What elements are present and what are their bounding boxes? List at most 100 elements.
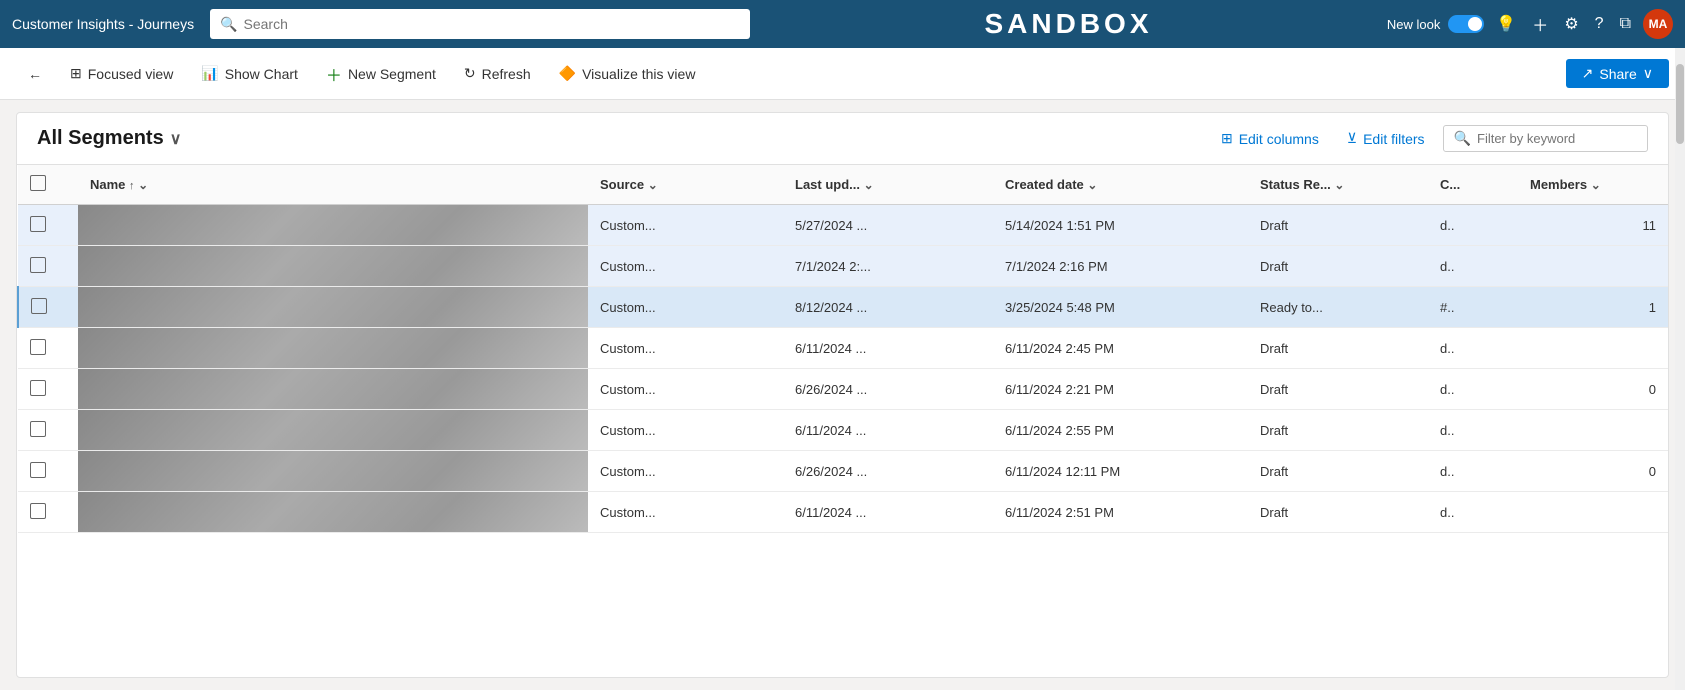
row-name-cell[interactable] bbox=[78, 328, 588, 369]
row-name-cell[interactable] bbox=[78, 369, 588, 410]
help-icon[interactable]: ? bbox=[1591, 11, 1608, 37]
name-sort-icon: ↑ bbox=[129, 180, 135, 192]
status-filter-icon: ⌄ bbox=[1334, 178, 1344, 192]
search-bar[interactable]: 🔍 bbox=[210, 9, 750, 39]
plus-icon[interactable]: ＋ bbox=[1528, 8, 1552, 40]
row-check-cell[interactable] bbox=[18, 410, 78, 451]
th-check[interactable] bbox=[18, 165, 78, 205]
row-checkbox[interactable] bbox=[30, 462, 46, 478]
share-button[interactable]: ↗ Share ∨ bbox=[1566, 59, 1669, 88]
row-checkbox[interactable] bbox=[31, 298, 47, 314]
th-created[interactable]: Created date ⌄ bbox=[993, 165, 1248, 205]
row-check-cell[interactable] bbox=[18, 287, 78, 328]
members-filter-icon: ⌄ bbox=[1591, 178, 1601, 192]
th-members[interactable]: Members ⌄ bbox=[1518, 165, 1668, 205]
lightbulb-icon[interactable]: 💡 bbox=[1492, 10, 1520, 38]
app-title: Customer Insights - Journeys bbox=[12, 16, 210, 32]
row-checkbox[interactable] bbox=[30, 421, 46, 437]
row-members-cell bbox=[1518, 246, 1668, 287]
row-status-cell: Draft bbox=[1248, 451, 1428, 492]
th-name[interactable]: Name ↑ ⌄ bbox=[78, 165, 588, 205]
title-chevron-icon[interactable]: ∨ bbox=[170, 129, 182, 149]
name-blur-overlay bbox=[78, 246, 588, 286]
plus-segment-icon: ＋ bbox=[326, 62, 342, 86]
row-created-cell: 6/11/2024 2:55 PM bbox=[993, 410, 1248, 451]
table-row[interactable]: Custom...5/27/2024 ...5/14/2024 1:51 PMD… bbox=[18, 205, 1668, 246]
row-c-cell: d.. bbox=[1428, 205, 1518, 246]
row-name-cell[interactable] bbox=[78, 451, 588, 492]
row-members-cell: 0 bbox=[1518, 369, 1668, 410]
table-row[interactable]: Custom...6/26/2024 ...6/11/2024 2:21 PMD… bbox=[18, 369, 1668, 410]
row-check-cell[interactable] bbox=[18, 328, 78, 369]
row-status-cell: Draft bbox=[1248, 328, 1428, 369]
new-segment-button[interactable]: ＋ New Segment bbox=[314, 56, 448, 92]
th-status[interactable]: Status Re... ⌄ bbox=[1248, 165, 1428, 205]
row-source-cell: Custom... bbox=[588, 451, 783, 492]
row-lastupd-cell: 5/27/2024 ... bbox=[783, 205, 993, 246]
row-name-cell[interactable] bbox=[78, 205, 588, 246]
row-c-cell: d.. bbox=[1428, 328, 1518, 369]
row-source-cell: Custom... bbox=[588, 369, 783, 410]
filter-keyword-container[interactable]: 🔍 bbox=[1443, 125, 1648, 152]
row-checkbox[interactable] bbox=[30, 339, 46, 355]
scrollbar-thumb[interactable] bbox=[1676, 64, 1684, 144]
table-row[interactable]: Custom...6/11/2024 ...6/11/2024 2:45 PMD… bbox=[18, 328, 1668, 369]
search-icon: 🔍 bbox=[220, 16, 237, 33]
segments-table: Name ↑ ⌄ Source ⌄ Last upd... ⌄ Created … bbox=[17, 165, 1668, 533]
th-lastupd[interactable]: Last upd... ⌄ bbox=[783, 165, 993, 205]
row-created-cell: 6/11/2024 12:11 PM bbox=[993, 451, 1248, 492]
row-name-cell[interactable] bbox=[78, 410, 588, 451]
header-checkbox[interactable] bbox=[30, 175, 46, 191]
search-input[interactable] bbox=[244, 16, 741, 32]
row-check-cell[interactable] bbox=[18, 369, 78, 410]
avatar[interactable]: MA bbox=[1643, 9, 1673, 39]
table-row[interactable]: Custom...7/1/2024 2:...7/1/2024 2:16 PMD… bbox=[18, 246, 1668, 287]
table-wrapper[interactable]: Name ↑ ⌄ Source ⌄ Last upd... ⌄ Created … bbox=[17, 165, 1668, 677]
created-filter-icon: ⌄ bbox=[1087, 178, 1097, 192]
windows-icon[interactable]: ⧉ bbox=[1616, 11, 1635, 37]
back-button[interactable]: ← bbox=[16, 60, 54, 88]
table-row[interactable]: Custom...6/26/2024 ...6/11/2024 12:11 PM… bbox=[18, 451, 1668, 492]
table-row[interactable]: Custom...8/12/2024 ...3/25/2024 5:48 PMR… bbox=[18, 287, 1668, 328]
row-checkbox[interactable] bbox=[30, 380, 46, 396]
focused-view-button[interactable]: ⊞ Focused view bbox=[58, 59, 185, 88]
filter-icon: ⊻ bbox=[1347, 130, 1357, 147]
table-row[interactable]: Custom...6/11/2024 ...6/11/2024 2:55 PMD… bbox=[18, 410, 1668, 451]
row-lastupd-cell: 6/11/2024 ... bbox=[783, 328, 993, 369]
row-c-cell: d.. bbox=[1428, 492, 1518, 533]
keyword-filter-input[interactable] bbox=[1477, 131, 1637, 146]
row-c-cell: d.. bbox=[1428, 246, 1518, 287]
row-checkbox[interactable] bbox=[30, 257, 46, 273]
main-content: All Segments ∨ ⊞ Edit columns ⊻ Edit fil… bbox=[16, 112, 1669, 678]
edit-columns-button[interactable]: ⊞ Edit columns bbox=[1211, 125, 1329, 152]
show-chart-button[interactable]: 📊 Show Chart bbox=[189, 59, 310, 88]
row-checkbox[interactable] bbox=[30, 216, 46, 232]
row-lastupd-cell: 6/26/2024 ... bbox=[783, 369, 993, 410]
row-check-cell[interactable] bbox=[18, 451, 78, 492]
table-row[interactable]: Custom...6/11/2024 ...6/11/2024 2:51 PMD… bbox=[18, 492, 1668, 533]
row-check-cell[interactable] bbox=[18, 492, 78, 533]
row-name-cell[interactable] bbox=[78, 246, 588, 287]
row-name-cell[interactable] bbox=[78, 492, 588, 533]
row-status-cell: Draft bbox=[1248, 369, 1428, 410]
side-scrollbar[interactable] bbox=[1675, 48, 1685, 690]
row-check-cell[interactable] bbox=[18, 246, 78, 287]
refresh-button[interactable]: ↻ Refresh bbox=[452, 59, 543, 88]
sandbox-logo: SANDBOX bbox=[750, 8, 1387, 40]
visualize-button[interactable]: 🔶 Visualize this view bbox=[547, 59, 708, 88]
new-look-toggle[interactable] bbox=[1448, 15, 1484, 33]
row-c-cell: #.. bbox=[1428, 287, 1518, 328]
edit-filters-button[interactable]: ⊻ Edit filters bbox=[1337, 125, 1435, 152]
row-source-cell: Custom... bbox=[588, 246, 783, 287]
row-check-cell[interactable] bbox=[18, 205, 78, 246]
th-source[interactable]: Source ⌄ bbox=[588, 165, 783, 205]
row-created-cell: 5/14/2024 1:51 PM bbox=[993, 205, 1248, 246]
gear-icon[interactable]: ⚙ bbox=[1560, 10, 1582, 38]
th-c[interactable]: C... bbox=[1428, 165, 1518, 205]
row-status-cell: Draft bbox=[1248, 492, 1428, 533]
row-name-cell[interactable] bbox=[78, 287, 588, 328]
row-checkbox[interactable] bbox=[30, 503, 46, 519]
row-members-cell: 11 bbox=[1518, 205, 1668, 246]
name-blur-overlay bbox=[78, 287, 588, 327]
row-lastupd-cell: 6/11/2024 ... bbox=[783, 492, 993, 533]
